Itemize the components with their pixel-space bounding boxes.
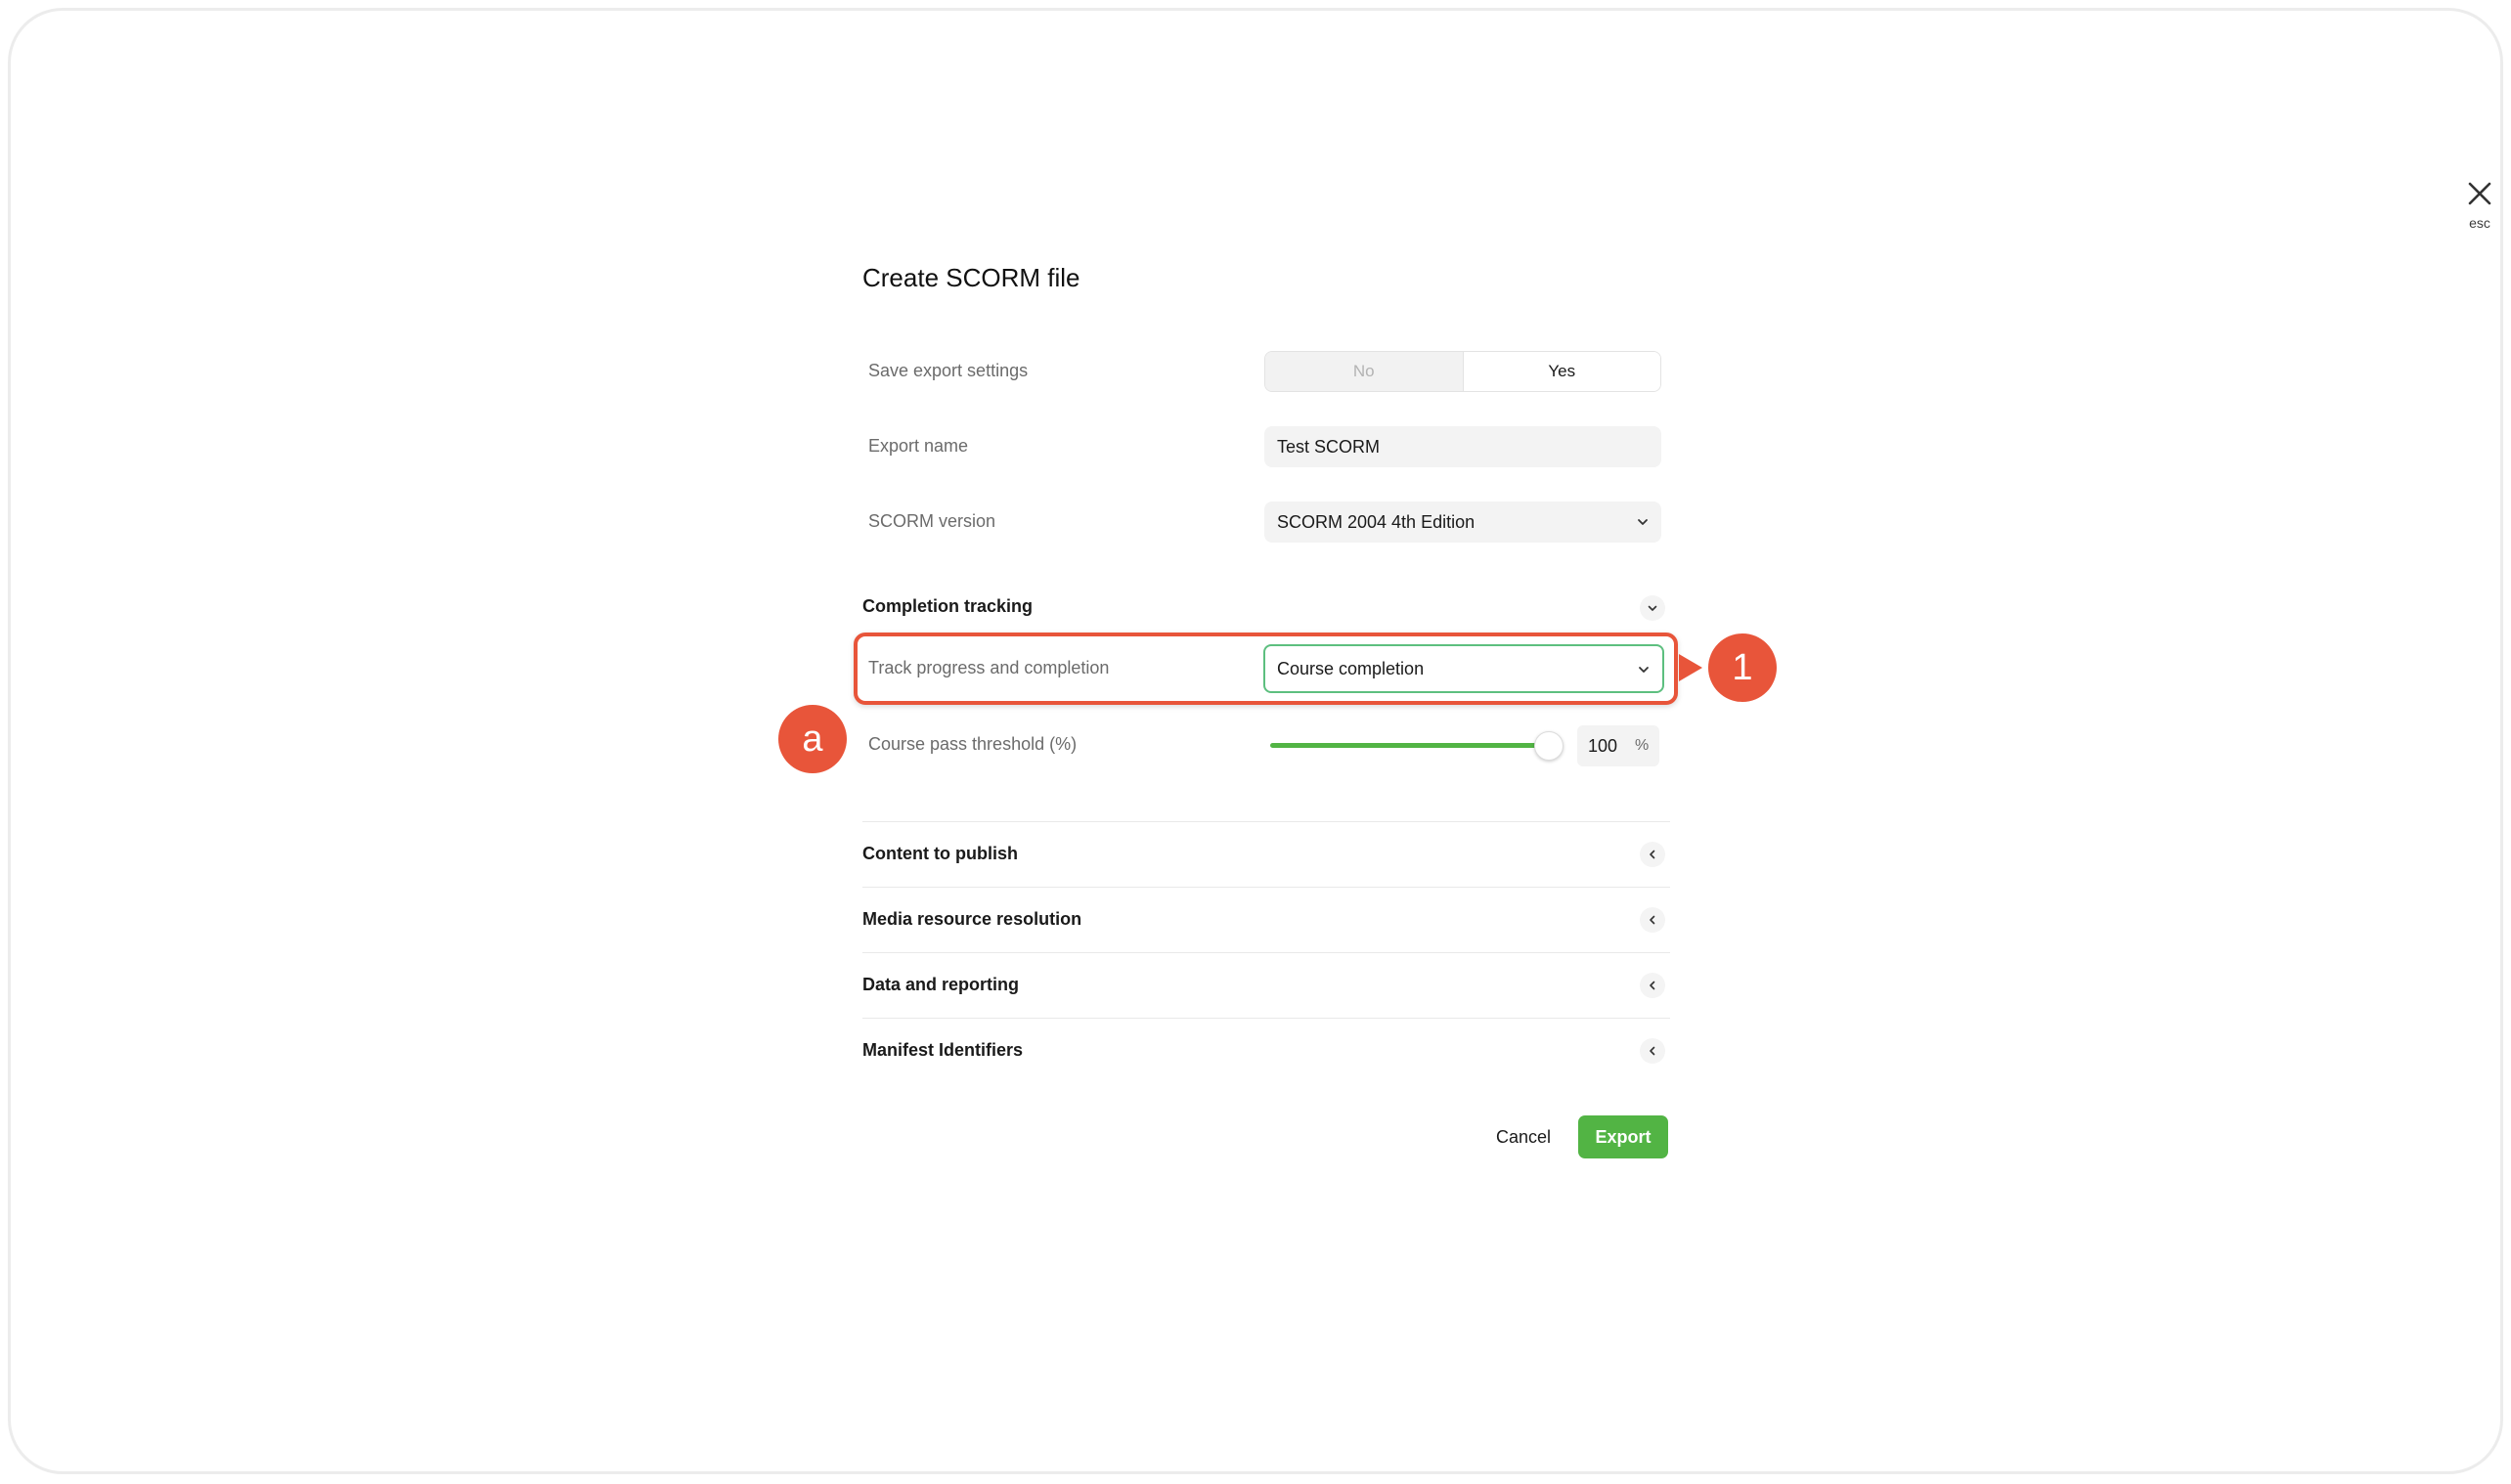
expand-media-resource-resolution[interactable] (1640, 907, 1665, 933)
save-export-label: Save export settings (868, 361, 1029, 380)
pass-threshold-label: Course pass threshold (%) (868, 734, 1078, 754)
close-icon (2468, 182, 2491, 205)
chevron-down-icon (1648, 605, 1657, 611)
slider-handle[interactable] (1534, 731, 1564, 761)
export-name-input[interactable]: Test SCORM (1264, 426, 1661, 467)
scorm-version-select[interactable]: SCORM 2004 4th Edition (1264, 502, 1661, 543)
pass-threshold-unit: % (1635, 737, 1650, 754)
close-shortcut-label: esc (2469, 215, 2490, 231)
section-data-and-reporting[interactable]: Data and reporting (862, 975, 1019, 995)
track-progress-select[interactable]: Course completion (1263, 644, 1664, 693)
dialog-title: Create SCORM file (862, 263, 1080, 292)
annotation-arrow (1679, 654, 1702, 681)
section-divider (862, 952, 1670, 953)
expand-manifest-identifiers[interactable] (1640, 1038, 1665, 1064)
chevron-left-icon (1650, 850, 1655, 859)
expand-content-to-publish[interactable] (1640, 842, 1665, 867)
pass-threshold-slider[interactable] (1270, 743, 1550, 748)
chevron-down-icon (1638, 519, 1648, 525)
chevron-left-icon (1650, 981, 1655, 990)
completion-tracking-toggle[interactable] (1640, 595, 1665, 621)
toggle-option-yes[interactable]: Yes (1463, 352, 1660, 391)
scorm-version-value: SCORM 2004 4th Edition (1277, 511, 1476, 532)
section-divider (862, 821, 1670, 822)
chevron-left-icon (1650, 915, 1655, 925)
section-content-to-publish[interactable]: Content to publish (862, 844, 1018, 864)
expand-data-and-reporting[interactable] (1640, 973, 1665, 998)
app-window: esc Create SCORM file Save export settin… (8, 8, 2503, 1474)
section-divider (862, 1018, 1670, 1019)
close-button[interactable]: esc (2455, 172, 2500, 236)
track-progress-value: Course completion (1277, 658, 1425, 678)
cancel-button[interactable]: Cancel (1479, 1117, 1567, 1157)
annotation-marker-a: a (778, 705, 847, 773)
export-button[interactable]: Export (1578, 1115, 1668, 1158)
track-progress-label: Track progress and completion (868, 658, 1110, 677)
scorm-version-label: SCORM version (868, 511, 996, 531)
annotation-marker-1: 1 (1708, 633, 1777, 702)
chevron-left-icon (1650, 1046, 1655, 1056)
chevron-down-icon (1639, 667, 1649, 673)
toggle-option-no[interactable]: No (1265, 352, 1464, 391)
section-manifest-identifiers[interactable]: Manifest Identifiers (862, 1040, 1023, 1061)
completion-tracking-title: Completion tracking (862, 596, 1034, 616)
save-export-toggle: No Yes (1264, 351, 1661, 392)
section-media-resource-resolution[interactable]: Media resource resolution (862, 909, 1081, 930)
export-name-label: Export name (868, 436, 969, 456)
section-divider (862, 887, 1670, 888)
pass-threshold-value: 100 (1588, 736, 1618, 756)
